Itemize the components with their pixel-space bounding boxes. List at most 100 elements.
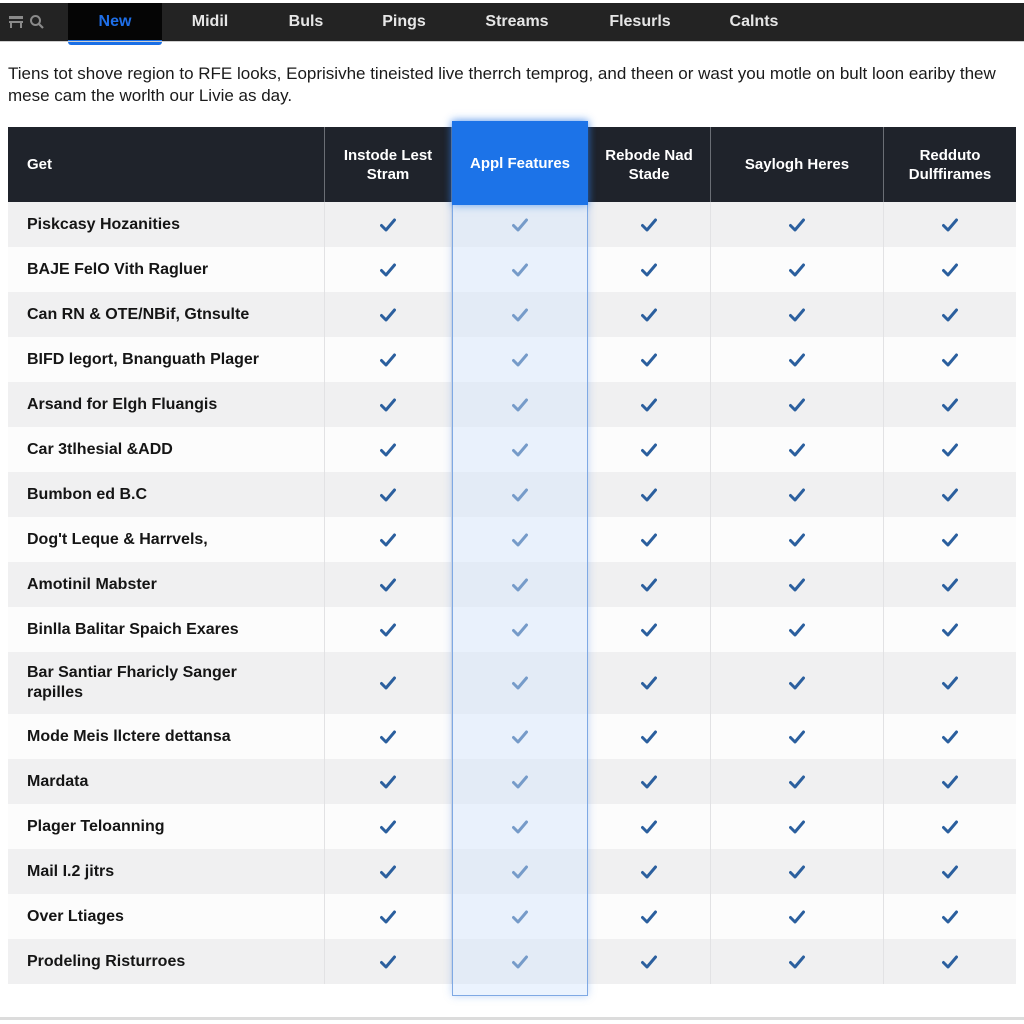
nav-tab-new[interactable]: New: [68, 3, 162, 45]
checkmark-icon: [641, 263, 657, 277]
checkmark-icon: [942, 955, 958, 969]
feature-name: Dog't Leque & Harrvels,: [8, 517, 325, 562]
check-cell: [325, 337, 452, 382]
page-bottom-border: [0, 1017, 1024, 1020]
check-cell: [452, 849, 588, 894]
feature-name: Amotinil Mabster: [8, 562, 325, 607]
check-cell: [325, 427, 452, 472]
checkmark-icon: [511, 910, 528, 924]
check-cell: [884, 652, 1016, 714]
check-cell: [325, 292, 452, 337]
checkmark-icon: [641, 308, 657, 322]
table-row: Binlla Balitar Spaich Exares: [8, 607, 1016, 652]
table-row: Mail I.2 jitrs: [8, 849, 1016, 894]
checkmark-icon: [511, 398, 528, 412]
checkmark-icon: [511, 533, 528, 547]
checkmark-icon: [789, 533, 805, 547]
check-cell: [325, 714, 452, 759]
feature-name: Piskcasy Hozanities: [8, 202, 325, 247]
checkmark-icon: [380, 533, 396, 547]
check-cell: [588, 382, 711, 427]
check-cell: [884, 939, 1016, 984]
column-header[interactable]: Saylogh Heres: [711, 127, 884, 202]
checkmark-icon: [511, 353, 528, 367]
checkmark-icon: [380, 910, 396, 924]
checkmark-icon: [641, 676, 657, 690]
checkmark-icon: [942, 865, 958, 879]
nav-tab-label: Buls: [288, 13, 324, 30]
table-row: Mode Meis llctere dettansa: [8, 714, 1016, 759]
check-cell: [452, 202, 588, 247]
nav-tab-label: Flesurls: [609, 13, 671, 30]
checkmark-icon: [789, 955, 805, 969]
feature-name: Mode Meis llctere dettansa: [8, 714, 325, 759]
check-cell: [325, 894, 452, 939]
nav-tab-buls[interactable]: Buls: [258, 3, 354, 41]
nav-tab-streams[interactable]: Streams: [454, 3, 580, 41]
check-cell: [452, 894, 588, 939]
checkmark-icon: [641, 218, 657, 232]
checkmark-icon: [641, 623, 657, 637]
nav-tab-flesurls[interactable]: Flesurls: [580, 3, 700, 41]
checkmark-icon: [789, 443, 805, 457]
checkmark-icon: [380, 676, 396, 690]
search-icon[interactable]: [29, 14, 45, 30]
check-cell: [452, 427, 588, 472]
nav-tab-pings[interactable]: Pings: [354, 3, 454, 41]
checkmark-icon: [641, 775, 657, 789]
checkmark-icon: [511, 730, 528, 744]
table-row: Plager Teloanning: [8, 804, 1016, 849]
table-row: Can RN & OTE/NBif, Gtnsulte: [8, 292, 1016, 337]
checkmark-icon: [641, 443, 657, 457]
checkmark-icon: [511, 443, 528, 457]
column-header[interactable]: Rebode Nad Stade: [588, 127, 711, 202]
checkmark-icon: [511, 623, 528, 637]
table-row: Bumbon ed B.C: [8, 472, 1016, 517]
check-cell: [452, 247, 588, 292]
check-cell: [711, 202, 884, 247]
checkmark-icon: [641, 865, 657, 879]
feature-name: BAJE FelO Vith Ragluer: [8, 247, 325, 292]
nav-tab-midil[interactable]: Midil: [162, 3, 258, 41]
checkmark-icon: [942, 443, 958, 457]
check-cell: [588, 427, 711, 472]
checkmark-icon: [380, 398, 396, 412]
check-cell: [452, 804, 588, 849]
feature-name: BIFD legort, Bnanguath Plager: [8, 337, 325, 382]
checkmark-icon: [789, 730, 805, 744]
checkmark-icon: [942, 820, 958, 834]
checkmark-icon: [789, 578, 805, 592]
check-cell: [588, 652, 711, 714]
checkmark-icon: [789, 218, 805, 232]
checkmark-icon: [511, 488, 528, 502]
feature-name: Plager Teloanning: [8, 804, 325, 849]
check-cell: [452, 562, 588, 607]
check-cell: [884, 759, 1016, 804]
column-header[interactable]: Get: [8, 127, 325, 202]
nav-tab-calnts[interactable]: Calnts: [700, 3, 808, 41]
highlighted-column-header[interactable]: Appl Features: [452, 121, 588, 205]
check-cell: [884, 607, 1016, 652]
check-cell: [452, 472, 588, 517]
feature-name: Mardata: [8, 759, 325, 804]
checkmark-icon: [942, 676, 958, 690]
checkmark-icon: [789, 488, 805, 502]
check-cell: [884, 382, 1016, 427]
checkmark-icon: [641, 398, 657, 412]
feature-name: Can RN & OTE/NBif, Gtnsulte: [8, 292, 325, 337]
nav-icons: [0, 3, 68, 41]
feature-name: Bumbon ed B.C: [8, 472, 325, 517]
check-cell: [588, 759, 711, 804]
table-row: BIFD legort, Bnanguath Plager: [8, 337, 1016, 382]
check-cell: [884, 472, 1016, 517]
column-header[interactable]: Redduto Dulffirames: [884, 127, 1016, 202]
intro-text: Tiens tot shove region to RFE looks, Eop…: [8, 64, 996, 105]
check-cell: [588, 517, 711, 562]
check-cell: [325, 849, 452, 894]
checkmark-icon: [789, 676, 805, 690]
checkmark-icon: [380, 775, 396, 789]
check-cell: [588, 714, 711, 759]
column-header[interactable]: Instode Lest Stram: [325, 127, 452, 202]
table-row: Mardata: [8, 759, 1016, 804]
menu-icon[interactable]: [8, 14, 24, 30]
